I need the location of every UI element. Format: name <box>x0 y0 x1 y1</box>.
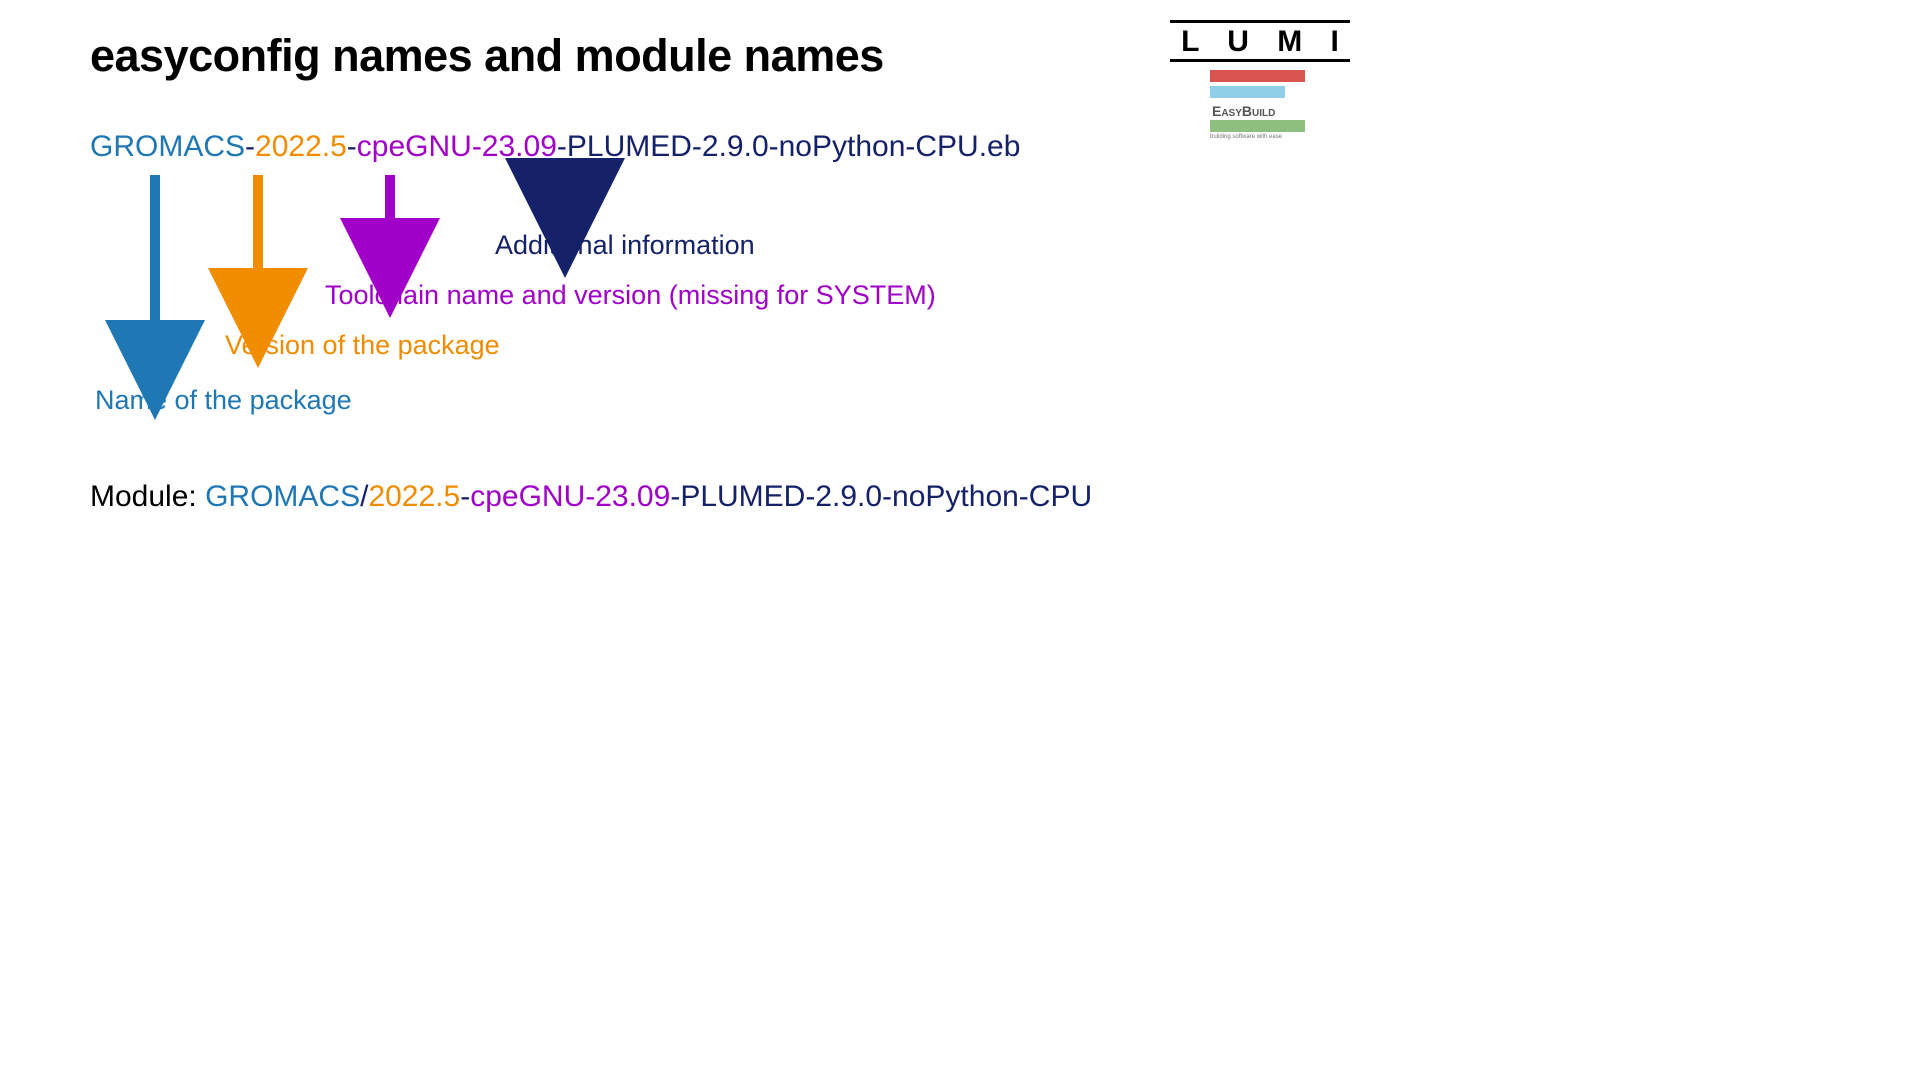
slide-title: easyconfig names and module names <box>90 30 884 82</box>
filename-suffix: PLUMED-2.9.0-noPython-CPU <box>567 130 979 163</box>
filename-toolchain: cpeGNU-23.09 <box>357 130 557 163</box>
module-prefix: Module: <box>90 480 205 513</box>
dash: - <box>245 130 255 163</box>
filename-extension: .eb <box>979 130 1021 163</box>
eb-bar-blue <box>1210 86 1285 98</box>
lumi-logo: L U M I <box>1170 20 1350 62</box>
dash: - <box>670 480 680 513</box>
slide: easyconfig names and module names L U M … <box>0 0 1440 810</box>
eb-bar-green <box>1210 120 1305 132</box>
label-name: Name of the package <box>95 385 352 416</box>
module-toolchain: cpeGNU-23.09 <box>470 480 670 513</box>
label-additional: Additional information <box>495 230 755 261</box>
logo-block: L U M I EasyBuild building software with… <box>1170 20 1350 140</box>
label-version: Version of the package <box>225 330 500 361</box>
eb-bar-red <box>1210 70 1305 82</box>
easybuild-text: EasyBuild <box>1212 103 1275 119</box>
dash: - <box>557 130 567 163</box>
label-toolchain: Toolchain name and version (missing for … <box>325 280 936 311</box>
easybuild-logo: EasyBuild building software with ease <box>1210 70 1350 140</box>
easybuild-tagline: building software with ease <box>1210 134 1350 140</box>
module-version: 2022.5 <box>368 480 460 513</box>
easyconfig-filename: GROMACS-2022.5-cpeGNU-23.09-PLUMED-2.9.0… <box>90 130 1020 164</box>
dash: - <box>460 480 470 513</box>
filename-package-name: GROMACS <box>90 130 245 163</box>
module-name-line: Module: GROMACS/2022.5-cpeGNU-23.09-PLUM… <box>90 480 1092 514</box>
dash: - <box>347 130 357 163</box>
module-suffix: PLUMED-2.9.0-noPython-CPU <box>680 480 1092 513</box>
filename-version: 2022.5 <box>255 130 347 163</box>
module-package-name: GROMACS <box>205 480 360 513</box>
